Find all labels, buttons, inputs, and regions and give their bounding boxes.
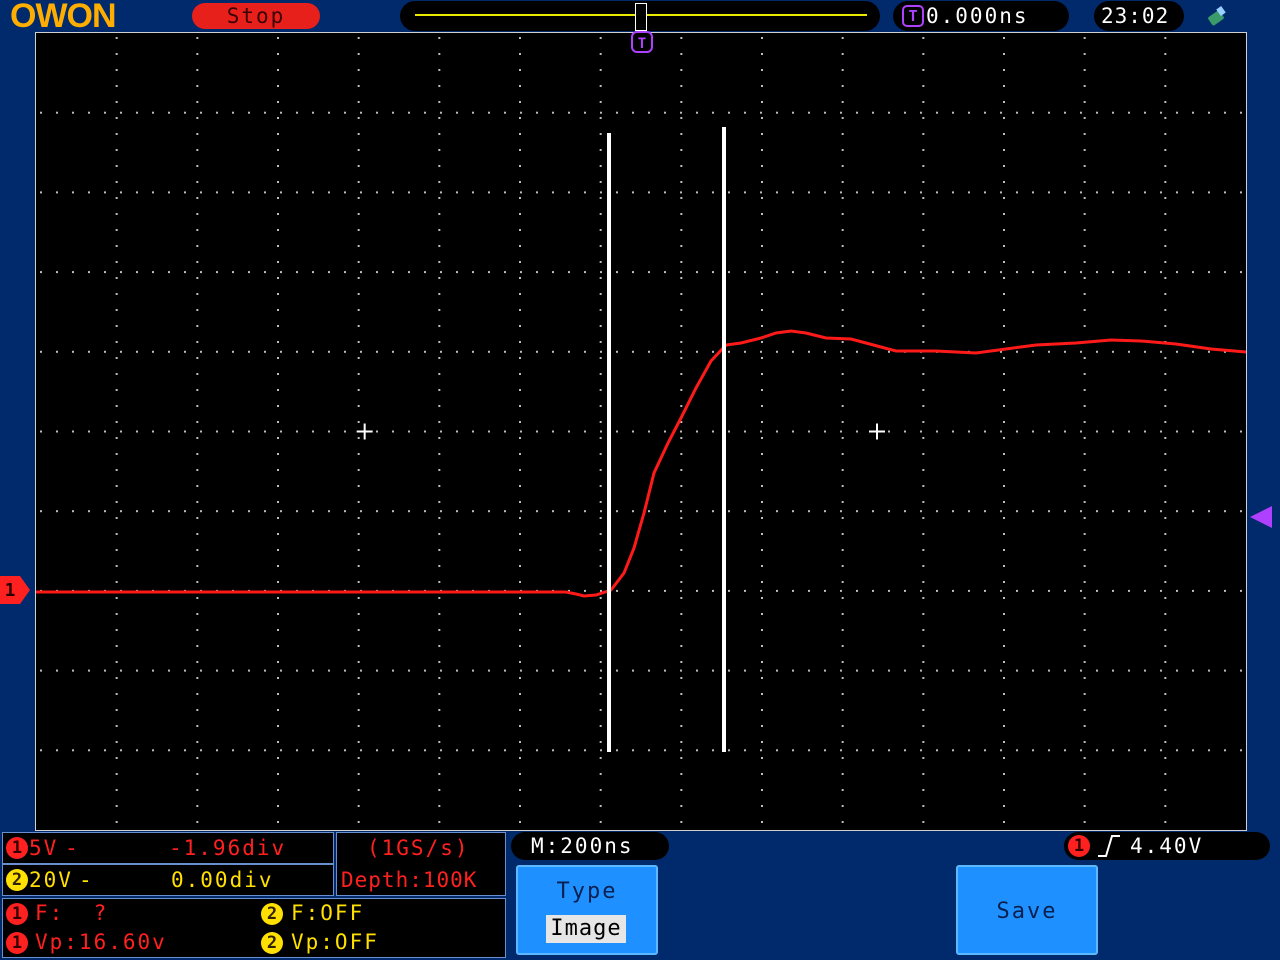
ch2-frequency: F:OFF	[291, 901, 365, 925]
waveform-display	[35, 32, 1247, 831]
usb-icon	[1208, 6, 1226, 26]
ch2-badge: 2	[6, 869, 28, 891]
ch1-vp-badge: 1	[6, 932, 28, 954]
triangle-left-icon[interactable]	[1248, 504, 1274, 530]
ch2-settings-panel[interactable]: 2 20V - 0.00div	[2, 864, 334, 896]
svg-text:T: T	[638, 36, 646, 52]
trigger-info-panel[interactable]: 1 4.40V	[1064, 832, 1270, 860]
save-button[interactable]: Save	[956, 865, 1098, 955]
measurements-panel: 1 F: ? 2 F:OFF 1 Vp:16.60v 2 Vp:OFF	[2, 898, 506, 958]
rising-edge-icon	[1098, 835, 1120, 857]
ch1-settings-panel[interactable]: 1 5V - -1.96div	[2, 832, 334, 864]
ch1-peak-voltage: Vp:16.60v	[35, 930, 167, 954]
graticule-center-axes	[356, 423, 885, 440]
clock-time: 23:02	[1101, 4, 1170, 28]
ch2-peak-voltage: Vp:OFF	[291, 930, 379, 954]
ch1-coupling: -	[65, 836, 80, 860]
ch2-freq-badge: 2	[261, 903, 283, 925]
timebase-panel[interactable]: M:200ns	[511, 832, 669, 860]
trigger-level: 4.40V	[1130, 834, 1204, 858]
type-menu-button[interactable]: Type Image	[516, 865, 658, 955]
save-label: Save	[996, 899, 1058, 924]
sample-rate: (1GS/s)	[367, 836, 470, 860]
run-stop-status[interactable]: Stop	[192, 3, 320, 29]
graticule-grid	[40, 37, 1242, 823]
type-value: Image	[546, 915, 626, 943]
svg-text:1: 1	[5, 580, 16, 601]
ch1-frequency: F: ?	[35, 901, 109, 925]
ch1-waveform	[36, 329, 1246, 598]
acquisition-panel: (1GS/s) Depth:100K	[336, 832, 506, 896]
ch2-volts-div: 20V	[29, 868, 73, 892]
ch1-freq-badge: 1	[6, 903, 28, 925]
ch2-vp-badge: 2	[261, 932, 283, 954]
timebase-value: M:200ns	[531, 834, 634, 858]
trigger-position-t-icon: T	[631, 31, 653, 53]
ch1-offset: -1.96div	[169, 836, 287, 860]
ch2-coupling: -	[79, 868, 94, 892]
type-label: Type	[556, 879, 618, 904]
trigger-source-badge: 1	[1068, 835, 1090, 857]
record-depth: Depth:100K	[341, 868, 478, 892]
ch2-offset: 0.00div	[171, 868, 274, 892]
trigger-delay-value: 0.000ns	[926, 4, 1029, 28]
ch1-ground-marker[interactable]: 1	[0, 576, 30, 604]
trigger-position-marker[interactable]	[635, 3, 647, 31]
owon-logo: OWON	[10, 0, 117, 35]
ch1-volts-div: 5V	[29, 836, 59, 860]
ch1-badge: 1	[6, 837, 28, 859]
trigger-t-icon: T	[902, 5, 924, 27]
